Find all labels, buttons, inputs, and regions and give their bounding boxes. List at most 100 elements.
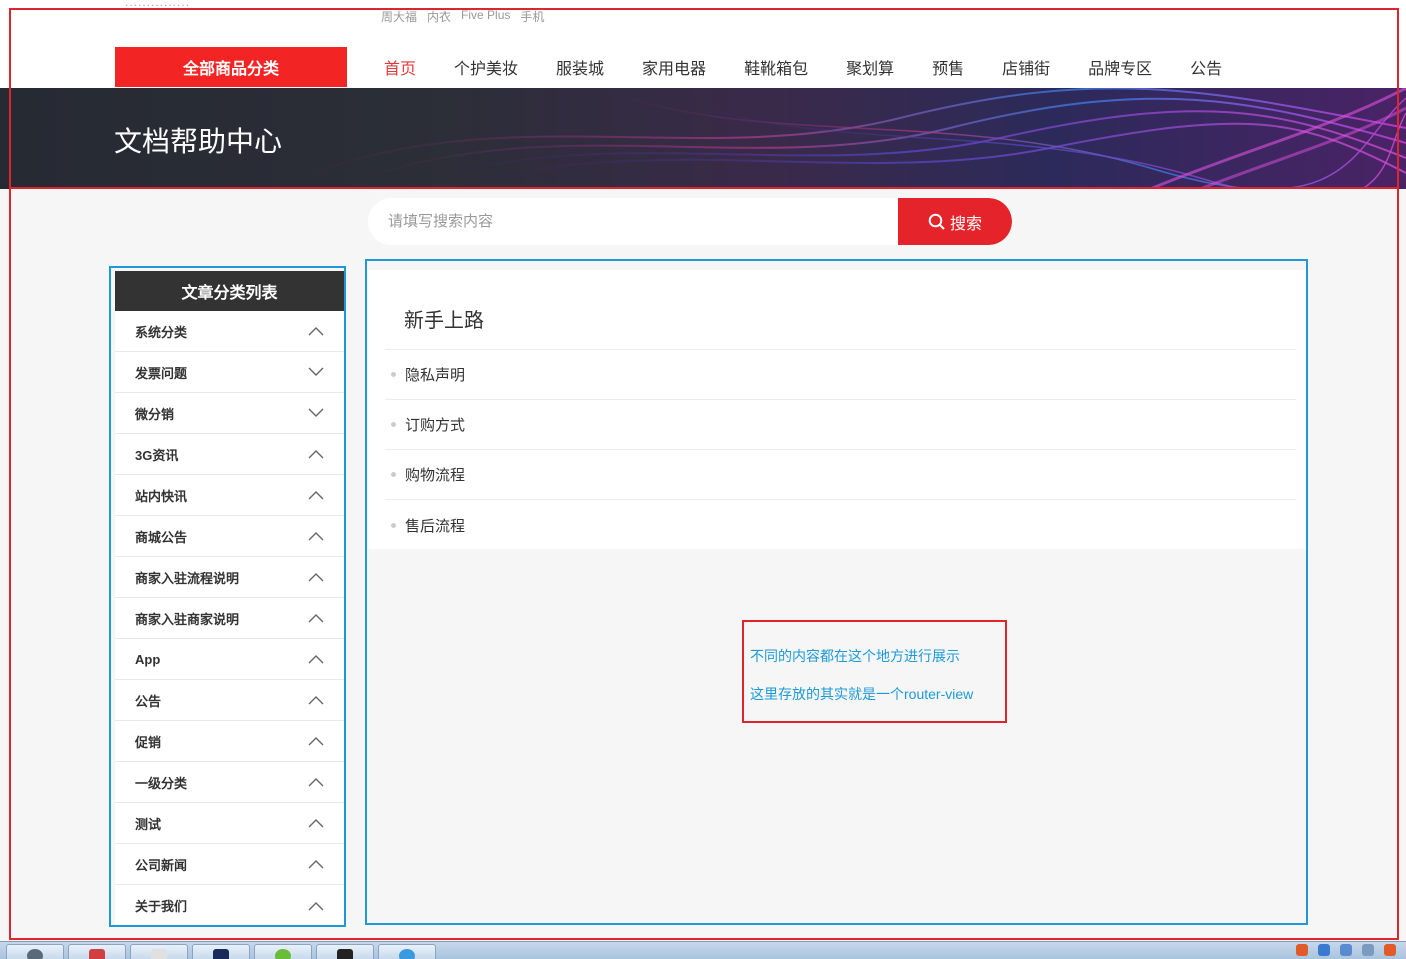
chevron-up-icon — [308, 737, 324, 746]
nav-item-home[interactable]: 首页 — [384, 55, 416, 79]
tray-icon[interactable] — [1296, 944, 1308, 956]
router-view-note: 不同的内容都在这个地方进行展示 这里存放的其实就是一个router-view — [742, 620, 1007, 723]
sidebar-item-label: 一级分类 — [135, 775, 188, 791]
chevron-up-icon — [308, 327, 324, 336]
taskbar-app-button[interactable] — [130, 944, 188, 959]
nav-item-shoes-bags[interactable]: 鞋靴箱包 — [744, 55, 808, 79]
app-icon — [399, 949, 415, 959]
sidebar-category-item[interactable]: 公司新闻 — [115, 844, 344, 885]
chevron-up-icon — [308, 696, 324, 705]
sidebar-item-label: 商家入驻流程说明 — [135, 570, 240, 586]
bullet-dot — [391, 422, 396, 427]
chevron-up-icon — [308, 573, 324, 582]
hot-word-link[interactable]: 周大福 — [381, 8, 417, 25]
sidebar-category-item[interactable]: 一级分类 — [115, 762, 344, 803]
nav-item-stores[interactable]: 店铺街 — [1002, 55, 1050, 79]
sidebar-item-label: 3G资讯 — [135, 447, 179, 463]
nav-item-beauty[interactable]: 个护美妆 — [454, 55, 518, 79]
sidebar-category-item[interactable]: 促销 — [115, 721, 344, 762]
taskbar-app-button[interactable] — [316, 944, 374, 959]
taskbar-app-button[interactable] — [378, 944, 436, 959]
category-sidebar: 文章分类列表 系统分类发票问题微分销 3G资讯站内快讯商城公告商家入驻流程说明 商家… — [115, 271, 344, 926]
app-icon — [89, 949, 105, 959]
search-bar: 搜索 — [368, 198, 1012, 245]
sidebar-category-item[interactable]: 测试 — [115, 803, 344, 844]
sidebar-item-label: 测试 — [135, 816, 162, 832]
taskbar-app-button[interactable] — [68, 944, 126, 959]
system-tray — [1296, 944, 1396, 956]
sidebar-item-label: 关于我们 — [135, 899, 188, 914]
search-button[interactable]: 搜索 — [898, 198, 1012, 245]
chevron-up-icon — [308, 491, 324, 500]
app-icon — [337, 949, 353, 959]
sidebar-category-item[interactable]: 关于我们 — [115, 885, 344, 926]
sidebar-title: 文章分类列表 — [115, 271, 344, 311]
sidebar-category-item[interactable]: 商城公告 — [115, 516, 344, 557]
article-panel: 新手上路 隐私声明 订购方式 购物流程 售后流程 — [368, 270, 1307, 549]
tray-icon[interactable] — [1362, 944, 1374, 956]
sidebar-item-label: 促销 — [135, 734, 162, 750]
search-button-label: 搜索 — [949, 215, 982, 233]
sidebar-item-label: 系统分类 — [135, 324, 188, 340]
hot-search-words: 周大福 内衣 Five Plus 手机 — [381, 8, 544, 25]
sidebar-category-item[interactable]: 系统分类 — [115, 311, 344, 352]
bullet-dot — [391, 522, 396, 528]
tray-icon[interactable] — [1318, 944, 1330, 956]
all-categories-button[interactable]: 全部商品分类 — [115, 47, 347, 87]
article-item-after-sales[interactable]: 售后流程 — [385, 500, 1296, 550]
article-label: 购物流程 — [405, 467, 466, 484]
sidebar-category-item[interactable]: 公告 — [115, 680, 344, 721]
start-orb-icon — [27, 949, 43, 959]
article-item-ordering[interactable]: 订购方式 — [385, 400, 1296, 450]
top-bar-cut-text: ............... — [125, 0, 191, 8]
nav-item-appliances[interactable]: 家用电器 — [642, 55, 706, 79]
hot-word-link[interactable]: 手机 — [520, 8, 544, 25]
chevron-up-icon — [308, 819, 324, 828]
sidebar-item-label: 站内快讯 — [135, 488, 188, 504]
note-line: 这里存放的其实就是一个router-view — [750, 686, 974, 702]
nav-item-group-buy[interactable]: 聚划算 — [846, 55, 894, 79]
sidebar-item-label: 商城公告 — [135, 529, 188, 545]
hot-word-link[interactable]: Five Plus — [461, 8, 510, 25]
hot-word-link[interactable]: 内衣 — [427, 8, 451, 25]
app-icon — [275, 949, 291, 959]
chevron-up-icon — [308, 778, 324, 787]
article-list: 隐私声明 订购方式 购物流程 售后流程 — [385, 349, 1296, 550]
tray-icon[interactable] — [1340, 944, 1352, 956]
nav-item-notice[interactable]: 公告 — [1190, 55, 1222, 79]
article-item-shopping-flow[interactable]: 购物流程 — [385, 450, 1296, 500]
sidebar-category-item[interactable]: 商家入驻流程说明 — [115, 557, 344, 598]
chevron-up-icon — [308, 901, 324, 910]
os-taskbar — [0, 941, 1406, 959]
sidebar-category-item[interactable]: 站内快讯 — [115, 475, 344, 516]
sidebar-item-label: 发票问题 — [135, 365, 188, 381]
search-input[interactable] — [368, 198, 898, 245]
app-icon — [151, 949, 167, 959]
sidebar-item-label: 商家入驻商家说明 — [135, 611, 240, 627]
taskbar-app-button[interactable] — [192, 944, 250, 959]
sidebar-category-item[interactable]: App — [115, 639, 344, 680]
bullet-dot — [391, 372, 396, 377]
sidebar-category-item[interactable]: 3G资讯 — [115, 434, 344, 475]
chevron-up-icon — [308, 450, 324, 459]
nav-item-brands[interactable]: 品牌专区 — [1088, 55, 1152, 79]
taskbar-app-button[interactable] — [254, 944, 312, 959]
article-label: 隐私声明 — [405, 367, 466, 384]
taskbar-start-button[interactable] — [6, 944, 64, 959]
nav-item-clothing[interactable]: 服装城 — [556, 55, 604, 79]
nav-item-presale[interactable]: 预售 — [932, 55, 964, 79]
article-label: 售后流程 — [405, 517, 466, 535]
article-item-privacy[interactable]: 隐私声明 — [385, 350, 1296, 400]
sidebar-category-item[interactable]: 发票问题 — [115, 352, 344, 393]
sidebar-item-label: App — [135, 651, 161, 667]
sidebar-item-label: 公司新闻 — [135, 857, 188, 873]
page-title: 文档帮助中心 — [114, 126, 283, 157]
chevron-down-icon — [308, 408, 324, 417]
sidebar-item-label: 公告 — [135, 693, 162, 709]
sidebar-category-item[interactable]: 微分销 — [115, 393, 344, 434]
chevron-up-icon — [308, 532, 324, 541]
sidebar-category-item[interactable]: 商家入驻商家说明 — [115, 598, 344, 639]
tray-icon[interactable] — [1384, 944, 1396, 956]
search-icon — [928, 213, 945, 230]
chevron-up-icon — [308, 860, 324, 869]
